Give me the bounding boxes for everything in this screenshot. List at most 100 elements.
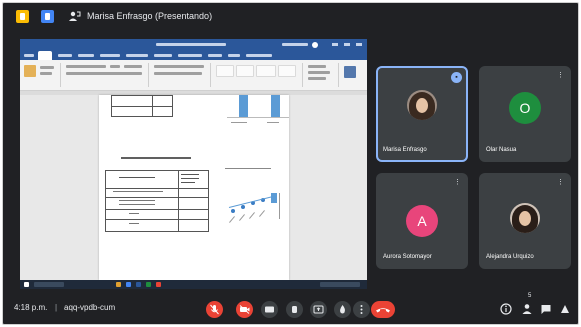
participant-tile-0[interactable]: ▪ Marisa Enfrasgo bbox=[376, 66, 468, 162]
participant-tile-2[interactable]: ⋮ A Aurora Sotomayor bbox=[376, 173, 468, 269]
chart-title bbox=[225, 168, 271, 169]
more-options-icon[interactable]: ⋮ bbox=[454, 178, 461, 186]
taskbar-app-icon[interactable] bbox=[136, 282, 141, 287]
participant-name: Alejandra Urquizo bbox=[486, 254, 534, 260]
table-header-cell bbox=[181, 178, 199, 179]
paste-icon[interactable] bbox=[24, 65, 36, 77]
hand-icon bbox=[292, 306, 297, 313]
meeting-code: aqq-vpdb-cum bbox=[64, 303, 116, 312]
table-header-cell bbox=[119, 177, 155, 178]
font-name-box[interactable] bbox=[66, 65, 106, 68]
start-icon[interactable] bbox=[24, 282, 29, 287]
captions-button[interactable] bbox=[261, 301, 278, 318]
face bbox=[519, 211, 531, 226]
speaking-icon: ▪ bbox=[451, 72, 462, 83]
participant-tile-1[interactable]: ⋮ O Olar Nasua bbox=[479, 66, 571, 162]
camera-off-button[interactable] bbox=[236, 301, 253, 318]
ribbon-tab[interactable] bbox=[100, 54, 120, 57]
ribbon-control[interactable] bbox=[40, 66, 54, 69]
word-ribbon bbox=[20, 60, 367, 91]
mic-off-icon bbox=[210, 304, 219, 315]
chart-point bbox=[231, 209, 235, 213]
chart-trend-line bbox=[228, 195, 276, 208]
ribbon-tab[interactable] bbox=[58, 54, 72, 57]
minimize-icon[interactable] bbox=[332, 43, 338, 46]
paragraph-buttons[interactable] bbox=[154, 72, 202, 75]
format-buttons[interactable] bbox=[66, 72, 142, 75]
ribbon-tab[interactable] bbox=[178, 54, 202, 57]
system-tray[interactable] bbox=[320, 282, 360, 287]
select-button[interactable] bbox=[308, 77, 326, 80]
chart-category-label bbox=[229, 216, 235, 223]
ribbon-separator bbox=[148, 63, 149, 87]
participant-name: Marisa Enfrasgo bbox=[383, 147, 427, 153]
ribbon-separator bbox=[302, 63, 303, 87]
paragraph-buttons[interactable] bbox=[154, 65, 204, 68]
shared-screen[interactable] bbox=[20, 39, 367, 289]
taskbar-app-icon[interactable] bbox=[116, 282, 121, 287]
raise-hand-button[interactable] bbox=[286, 301, 303, 318]
docs-app-icon[interactable] bbox=[41, 10, 54, 23]
style-no-spacing[interactable] bbox=[236, 65, 254, 77]
taskbar-app-icon[interactable] bbox=[126, 282, 131, 287]
ribbon-tab[interactable] bbox=[208, 54, 222, 57]
maximize-icon[interactable] bbox=[344, 43, 350, 46]
more-options-icon[interactable]: ⋮ bbox=[557, 178, 564, 186]
taskbar-app-icon[interactable] bbox=[146, 282, 151, 287]
close-icon[interactable] bbox=[356, 43, 362, 46]
ribbon-tab[interactable] bbox=[154, 54, 172, 57]
ribbon-control[interactable] bbox=[124, 65, 142, 68]
more-options-button[interactable] bbox=[353, 301, 370, 318]
windows-taskbar bbox=[20, 280, 367, 289]
chart-category-label bbox=[239, 214, 245, 221]
ribbon-tab[interactable] bbox=[126, 54, 148, 57]
chat-button[interactable] bbox=[539, 302, 553, 316]
chat-icon bbox=[541, 305, 551, 314]
reactions-button[interactable] bbox=[334, 301, 351, 318]
people-button[interactable] bbox=[520, 302, 534, 316]
ribbon-tab[interactable] bbox=[246, 54, 272, 57]
ribbon-tab[interactable] bbox=[24, 54, 34, 57]
word-avatar[interactable] bbox=[312, 42, 318, 48]
ribbon-tab[interactable] bbox=[228, 54, 240, 57]
chart-axis bbox=[279, 193, 280, 219]
chart-bar bbox=[271, 95, 280, 117]
style-heading[interactable] bbox=[256, 65, 276, 77]
chart-point bbox=[241, 205, 245, 209]
participant-name: Aurora Sotomayor bbox=[383, 254, 432, 260]
participant-avatar: A bbox=[406, 205, 438, 237]
word-title-bar bbox=[20, 39, 367, 51]
present-screen-icon bbox=[313, 305, 324, 314]
style-normal[interactable] bbox=[216, 65, 234, 77]
more-options-icon[interactable]: ⋮ bbox=[557, 71, 564, 79]
presenter-icon bbox=[69, 11, 81, 21]
ribbon-tab-active[interactable] bbox=[38, 51, 52, 60]
slides-app-icon[interactable] bbox=[16, 10, 29, 23]
font-size-box[interactable] bbox=[110, 65, 120, 68]
dictate-icon[interactable] bbox=[344, 66, 356, 78]
find-button[interactable] bbox=[308, 65, 326, 68]
document-page[interactable] bbox=[99, 95, 289, 280]
replace-button[interactable] bbox=[308, 71, 330, 74]
people-icon bbox=[522, 304, 532, 314]
search-box[interactable] bbox=[34, 282, 64, 287]
activities-button[interactable] bbox=[558, 302, 572, 316]
ribbon-tab[interactable] bbox=[78, 54, 94, 57]
separator: | bbox=[55, 303, 58, 312]
word-ribbon-tabs bbox=[20, 51, 367, 60]
taskbar-app-icon[interactable] bbox=[156, 282, 161, 287]
table-top bbox=[111, 95, 173, 117]
ribbon-control[interactable] bbox=[40, 72, 52, 75]
participant-avatar: O bbox=[509, 92, 541, 124]
present-button[interactable] bbox=[310, 301, 327, 318]
face bbox=[416, 98, 428, 113]
chart-category-label bbox=[259, 210, 265, 217]
style-title[interactable] bbox=[278, 65, 296, 77]
captions-icon bbox=[265, 306, 274, 313]
end-call-button[interactable] bbox=[371, 301, 395, 318]
info-button[interactable] bbox=[499, 302, 513, 316]
participant-tile-3[interactable]: ⋮ Alejandra Urquizo bbox=[479, 173, 571, 269]
mic-off-button[interactable] bbox=[206, 301, 223, 318]
table-cell bbox=[129, 223, 139, 224]
meeting-time: 4:18 p.m. bbox=[14, 303, 48, 312]
